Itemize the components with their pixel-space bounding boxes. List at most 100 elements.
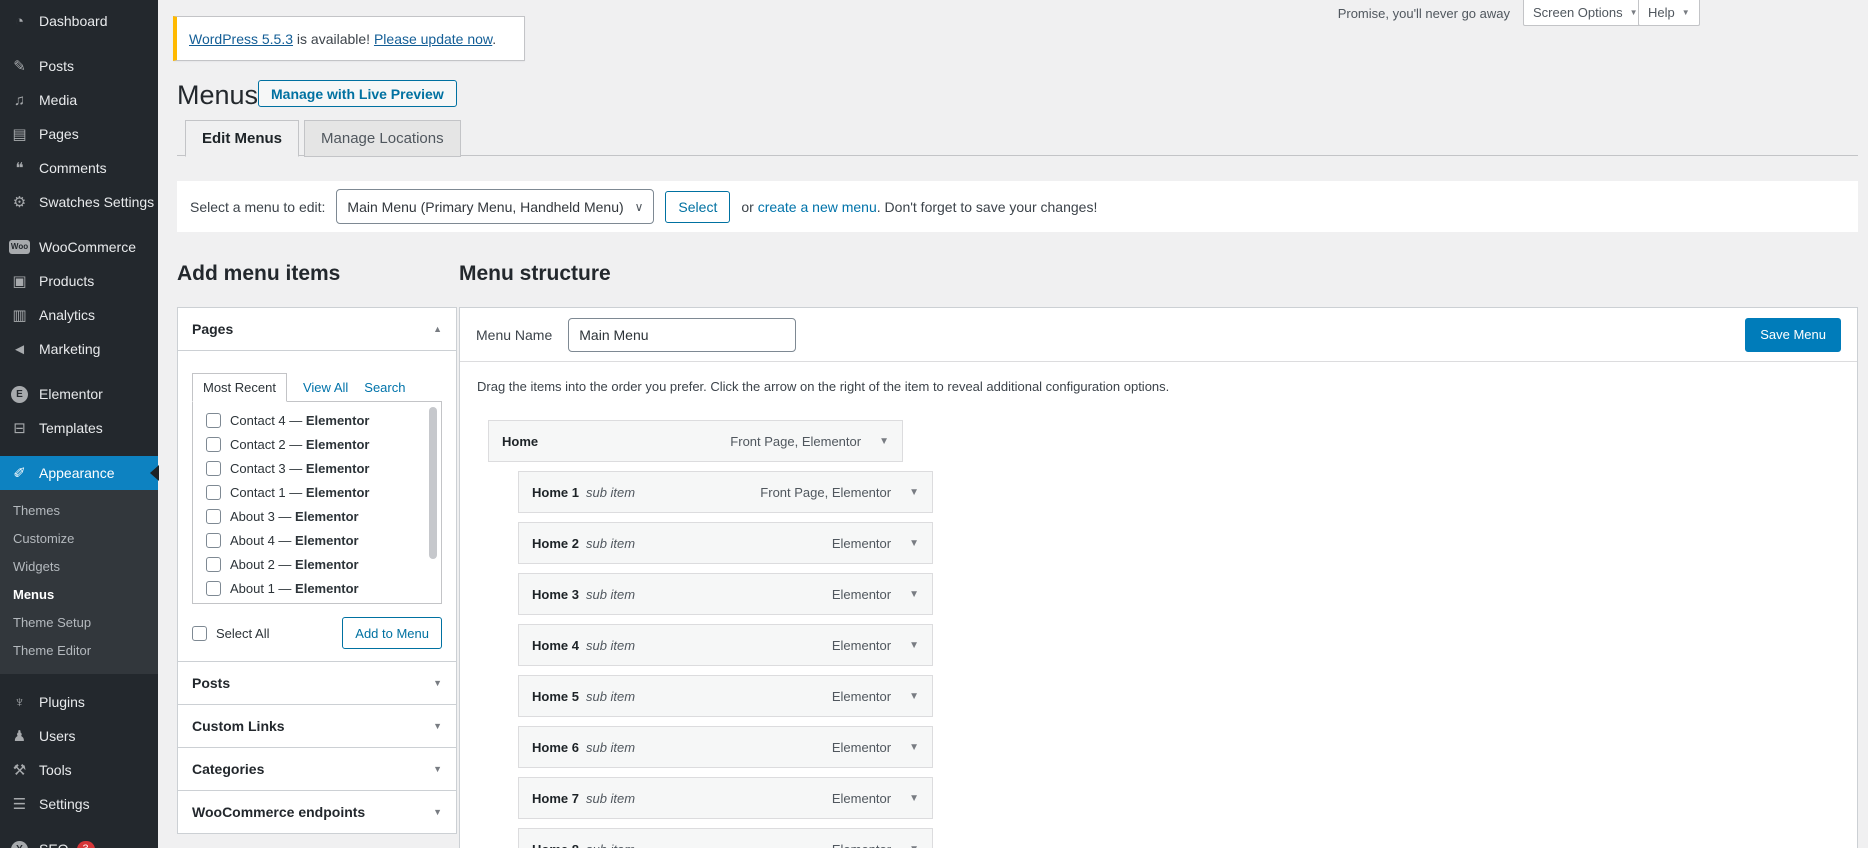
page-checkbox[interactable] [206,509,221,524]
menu-item-home[interactable]: HomeFront Page, Elementor▼ [488,420,903,462]
menu-item-home-3[interactable]: Home 3sub itemElementor▼ [518,573,933,615]
accordion-custom-links[interactable]: Custom Links▼ [177,704,457,748]
sidebar-item-label: Pages [39,126,79,142]
sidebar-item-dashboard[interactable]: ◔Dashboard [0,4,158,38]
sidebar-item-templates[interactable]: ⊟Templates [0,411,158,445]
expand-toggle-icon[interactable]: ▼ [433,764,442,774]
tab-manage-locations[interactable]: Manage Locations [304,120,461,157]
sidebar-subitem-menus[interactable]: Menus [0,581,158,609]
pages-controls: Select All Add to Menu [192,617,442,649]
menu-item-home-8[interactable]: Home 8sub itemElementor▼ [518,828,933,848]
sidebar-item-analytics[interactable]: ▥Analytics [0,298,158,332]
yoast-seo-icon: Y [11,841,28,848]
sidebar-item-label: Tools [39,762,72,778]
chevron-down-icon: ▼ [1682,8,1690,17]
menu-item-home-1[interactable]: Home 1sub itemFront Page, Elementor▼ [518,471,933,513]
sidebar-item-elementor[interactable]: EElementor [0,377,158,411]
item-options-arrow-icon[interactable]: ▼ [909,793,919,804]
item-options-arrow-icon[interactable]: ▼ [909,589,919,600]
tab-edit-menus[interactable]: Edit Menus [185,120,299,157]
sidebar-item-label: WooCommerce [39,239,136,255]
page-checkbox[interactable] [206,581,221,596]
sidebar-subitem-theme-editor[interactable]: Theme Editor [0,637,158,665]
sidebar-item-settings[interactable]: ☰Settings [0,787,158,821]
accordion-posts[interactable]: Posts▼ [177,661,457,705]
wordpress-admin-menus-page: ◔Dashboard ✎Posts♫Media▤Pages❝Comments⚙Sw… [0,0,1868,848]
pages-postbox-body: Most Recent View All Search Contact 4 — El… [178,351,456,663]
pages-tab-view-all[interactable]: View All [303,380,348,395]
wordpress-version-link[interactable]: WordPress 5.5.3 [189,31,293,47]
sidebar-item-label: Dashboard [39,13,108,29]
drag-instruction-text: Drag the items into the order you prefer… [477,379,1841,394]
sidebar-item-posts[interactable]: ✎Posts [0,49,158,83]
pages-tab-most-recent[interactable]: Most Recent [192,373,287,402]
update-now-link[interactable]: Please update now [374,31,492,47]
menu-item-type-caption: Front Page, Elementor [760,485,891,500]
pages-checklist: Contact 4 — ElementorContact 2 — Element… [192,401,442,604]
sidebar-item-appearance[interactable]: ✐Appearance [0,456,158,490]
page-checklist-label: Contact 1 — Elementor [230,485,369,500]
menu-select-dropdown[interactable]: Main Menu (Primary Menu, Handheld Menu) … [336,189,654,224]
checklist-scrollbar[interactable] [429,407,437,559]
sidebar-item-products[interactable]: ▣Products [0,264,158,298]
pages-filter-tabs: Most Recent View All Search [192,373,442,401]
pages-postbox-header[interactable]: Pages ▲ [178,308,456,351]
page-checkbox[interactable] [206,437,221,452]
sidebar-subitem-widgets[interactable]: Widgets [0,553,158,581]
sidebar-item-pages[interactable]: ▤Pages [0,117,158,151]
sidebar-item-users[interactable]: ♟Users [0,719,158,753]
create-new-menu-link[interactable]: create a new menu [758,199,877,215]
sidebar-item-seo[interactable]: YSEO3 [0,832,158,848]
pushpin-icon: ✎ [9,57,30,75]
menu-item-home-6[interactable]: Home 6sub itemElementor▼ [518,726,933,768]
sub-item-label: sub item [586,791,635,806]
sidebar-item-woocommerce[interactable]: WooWooCommerce [0,230,158,264]
sidebar-item-label: SEO [39,841,69,848]
accordion-woocommerce-endpoints[interactable]: WooCommerce endpoints▼ [177,790,457,834]
sidebar-item-comments[interactable]: ❝Comments [0,151,158,185]
sidebar-subitem-themes[interactable]: Themes [0,497,158,525]
manage-with-live-preview-button[interactable]: Manage with Live Preview [258,80,457,107]
menu-name-input[interactable] [568,318,796,352]
menu-item-home-5[interactable]: Home 5sub itemElementor▼ [518,675,933,717]
menu-item-home-7[interactable]: Home 7sub itemElementor▼ [518,777,933,819]
accordion-title: Categories [192,761,264,777]
item-options-arrow-icon[interactable]: ▼ [879,436,889,447]
menu-item-home-2[interactable]: Home 2sub itemElementor▼ [518,522,933,564]
page-checkbox[interactable] [206,557,221,572]
select-all-checkbox[interactable] [192,626,207,641]
expand-toggle-icon[interactable]: ▼ [433,807,442,817]
menu-name-label: Menu Name [476,327,552,343]
item-options-arrow-icon[interactable]: ▼ [909,691,919,702]
collapse-toggle-icon[interactable]: ▲ [433,324,442,334]
page-checkbox[interactable] [206,485,221,500]
item-options-arrow-icon[interactable]: ▼ [909,538,919,549]
page-checkbox[interactable] [206,413,221,428]
save-menu-button[interactable]: Save Menu [1745,318,1841,352]
sidebar-item-marketing[interactable]: ◄Marketing [0,332,158,366]
sidebar-item-swatches-settings[interactable]: ⚙Swatches Settings [0,185,158,219]
sidebar-subitem-theme-setup[interactable]: Theme Setup [0,609,158,637]
page-checkbox[interactable] [206,461,221,476]
help-button[interactable]: Help ▼ [1638,0,1700,26]
expand-toggle-icon[interactable]: ▼ [433,721,442,731]
page-checklist-label: About 3 — Elementor [230,509,359,524]
item-options-arrow-icon[interactable]: ▼ [909,487,919,498]
item-options-arrow-icon[interactable]: ▼ [909,640,919,651]
menu-item-home-4[interactable]: Home 4sub itemElementor▼ [518,624,933,666]
sidebar-item-plugins[interactable]: ♆Plugins [0,685,158,719]
screen-options-button[interactable]: Screen Options ▼ [1523,0,1648,26]
sidebar-item-label: Settings [39,796,90,812]
item-options-arrow-icon[interactable]: ▼ [909,844,919,848]
pages-tab-search[interactable]: Search [364,380,405,395]
expand-toggle-icon[interactable]: ▼ [433,678,442,688]
select-menu-button[interactable]: Select [665,191,730,223]
accordion-categories[interactable]: Categories ▼ [177,747,457,791]
page-checkbox[interactable] [206,533,221,548]
add-to-menu-button[interactable]: Add to Menu [342,617,442,649]
sidebar-subitem-customize[interactable]: Customize [0,525,158,553]
sidebar-item-tools[interactable]: ⚒Tools [0,753,158,787]
sidebar-item-media[interactable]: ♫Media [0,83,158,117]
item-options-arrow-icon[interactable]: ▼ [909,742,919,753]
page-checklist-row: Contact 4 — Elementor [193,408,441,432]
